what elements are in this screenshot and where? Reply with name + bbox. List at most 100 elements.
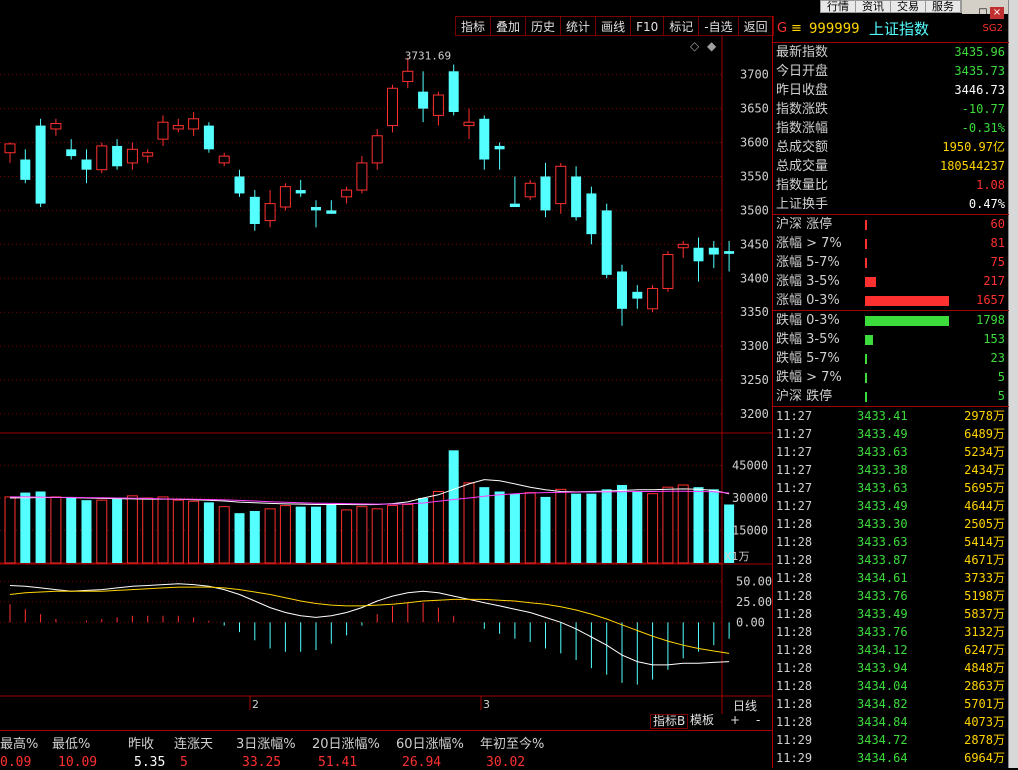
dist-value: 5 (997, 370, 1005, 384)
price-tick-label: 3700 (740, 68, 769, 82)
price-tick-label: 3650 (740, 102, 769, 116)
candle-body (463, 121, 475, 127)
top-menu: 行情 资讯 交易 服务 (820, 0, 962, 13)
tick-time: 11:28 (776, 625, 813, 639)
tick-volume: 2434万 (964, 463, 1005, 477)
volume-bar (81, 500, 92, 563)
tick-time: 11:27 (776, 427, 813, 441)
dist-row: 涨幅 > 7% 81 (773, 234, 1009, 253)
tick-volume: 4671万 (964, 553, 1005, 567)
dist-label: 涨幅 5-7% (776, 255, 840, 270)
stat-header: 年初至今% (480, 737, 545, 752)
tb-stats-button[interactable]: 统计 (560, 16, 597, 36)
stat-header: 20日涨幅% (312, 737, 380, 752)
tick-row: 11:27 3433.41 2978万 (773, 407, 1009, 425)
stat-header: 昨收 (128, 737, 155, 752)
tick-row: 11:27 3433.63 5234万 (773, 443, 1009, 461)
price-tick-label: 3550 (740, 169, 769, 183)
volume-bar (203, 502, 214, 563)
info-value: 0.47% (968, 197, 1005, 211)
candle-body (479, 118, 490, 160)
tick-row: 11:27 3433.63 5695万 (773, 479, 1009, 497)
diamond-icon[interactable]: ◇ (690, 39, 700, 53)
candle-body (402, 70, 414, 82)
info-label: 昨日收盘 (776, 83, 829, 98)
volume-bar (662, 486, 674, 564)
info-row: 指数涨跌 -10.77 (773, 100, 1009, 119)
volume-bar (571, 493, 582, 563)
dist-value: 23 (990, 351, 1005, 365)
info-label: 指数量比 (776, 178, 829, 193)
indicator-tab[interactable]: 指标B (650, 714, 689, 729)
info-row: 指数涨幅 -0.31% (773, 119, 1009, 138)
tb-overlay-button[interactable]: 叠加 (490, 16, 527, 36)
tick-time: 11:27 (776, 409, 813, 423)
volume-bar (601, 489, 612, 563)
volume-series (4, 450, 735, 564)
candle-body (540, 176, 551, 211)
tick-volume: 6489万 (964, 427, 1005, 441)
tb-indicator-button[interactable]: 指标 (455, 16, 492, 36)
zoom-in-button[interactable]: + (730, 714, 740, 727)
tick-price: 3433.94 (857, 661, 908, 675)
tick-volume: 2878万 (964, 733, 1005, 747)
volume-bar (4, 496, 16, 564)
dist-label: 涨幅 0-3% (776, 293, 840, 308)
dist-row: 涨幅 3-5% 217 (773, 272, 1009, 291)
candle-body (142, 152, 154, 157)
tick-price: 3433.87 (857, 553, 908, 567)
price-tick-label: 3600 (740, 136, 769, 150)
menu-service[interactable]: 服务 (926, 1, 961, 12)
tick-price: 3434.82 (857, 697, 908, 711)
volume-bar (279, 505, 291, 564)
info-value: 1950.97亿 (942, 140, 1005, 154)
tick-volume: 3132万 (964, 625, 1005, 639)
candle-body (50, 123, 62, 130)
tick-price: 3434.64 (857, 751, 908, 765)
candle-body (203, 125, 214, 150)
volume-bar (448, 450, 459, 563)
candle-body (157, 121, 169, 140)
tb-mark-button[interactable]: 标记 (663, 16, 700, 36)
dist-label: 跌幅 0-3% (776, 313, 840, 328)
template-tab[interactable]: 模板 (688, 714, 716, 727)
candle-body (279, 186, 291, 208)
dist-label: 沪深 涨停 (776, 217, 833, 232)
dist-row: 沪深 跌停 5 (773, 387, 1009, 406)
volume-bar (66, 498, 77, 563)
tick-time: 11:28 (776, 715, 813, 729)
tick-volume: 3733万 (964, 571, 1005, 585)
menu-trade[interactable]: 交易 (891, 1, 926, 12)
candle-body (20, 159, 31, 180)
tick-row: 11:28 3433.87 4671万 (773, 551, 1009, 569)
menu-icon[interactable]: ≡ (791, 16, 802, 42)
info-value: 3435.96 (954, 45, 1005, 59)
tick-price: 3433.76 (857, 625, 908, 639)
tb-draw-button[interactable]: 画线 (595, 16, 632, 36)
tb-back-button[interactable]: 返回 (737, 16, 774, 36)
zoom-out-button[interactable]: - (756, 714, 760, 727)
tick-price: 3433.30 (857, 517, 908, 531)
volume-bar (540, 496, 551, 563)
price-tick-label: 3200 (740, 407, 769, 421)
kline-chart[interactable]: 3700365036003550350034503400335033003250… (0, 36, 772, 714)
menu-quotes[interactable]: 行情 (821, 1, 856, 12)
tb-history-button[interactable]: 历史 (525, 16, 562, 36)
menu-news[interactable]: 资讯 (856, 1, 891, 12)
tick-time: 11:29 (776, 751, 813, 765)
info-label: 指数涨幅 (776, 121, 829, 136)
candle-body (387, 87, 398, 127)
tick-list[interactable]: 11:27 3433.41 2978万 11:27 3433.49 6489万 11:27 3… (773, 407, 1009, 767)
candle-body (234, 176, 245, 194)
tb-watchlist-button[interactable]: -自选 (698, 16, 739, 36)
volume-bar (418, 498, 429, 563)
volume-bar (96, 499, 108, 564)
diamond-filled-icon[interactable]: ◆ (707, 39, 717, 53)
candle-body (586, 193, 597, 235)
info-value: 1.08 (976, 178, 1005, 192)
tick-row: 11:29 3434.64 6964万 (773, 749, 1009, 767)
info-value: 3446.73 (954, 83, 1005, 97)
period-label[interactable]: 日线 (733, 697, 757, 714)
volume-tick-label: 45000 (732, 459, 768, 473)
tb-f10-button[interactable]: F10 (630, 16, 665, 36)
